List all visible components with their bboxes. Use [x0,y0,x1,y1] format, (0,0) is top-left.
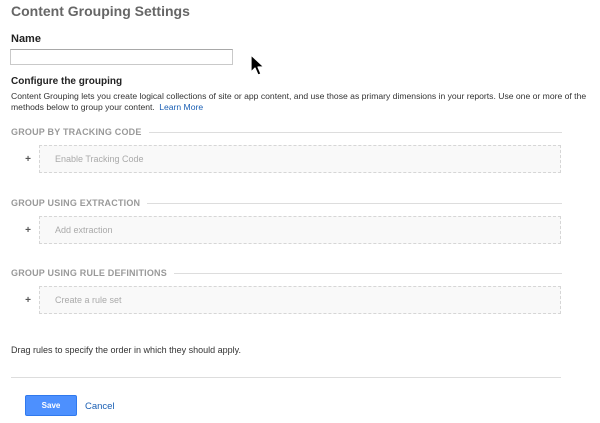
section-title-extraction: GROUP USING EXTRACTION [11,198,141,208]
section-divider [147,202,562,204]
footer-divider [11,377,561,378]
configure-grouping-title: Configure the grouping [11,76,123,87]
page-title: Content Grouping Settings [11,3,190,19]
section-header-extraction: GROUP USING EXTRACTION [11,197,562,209]
create-rule-set-button[interactable]: Create a rule set [39,286,561,314]
enable-tracking-code-label: Enable Tracking Code [55,154,144,164]
save-button[interactable]: Save [25,395,77,416]
configure-grouping-description: Content Grouping lets you create logical… [11,91,591,112]
enable-tracking-code-button[interactable]: Enable Tracking Code [39,145,561,173]
add-extraction-button[interactable]: Add extraction [39,216,561,244]
mouse-pointer-icon [250,54,265,76]
plus-icon[interactable]: + [24,225,32,236]
add-extraction-label: Add extraction [55,225,113,235]
section-title-rule-definitions: GROUP USING RULE DEFINITIONS [11,268,167,278]
description-text: Content Grouping lets you create logical… [11,91,587,112]
cancel-link[interactable]: Cancel [85,401,115,412]
section-header-rule-definitions: GROUP USING RULE DEFINITIONS [11,267,562,279]
name-input[interactable] [10,49,233,65]
plus-icon[interactable]: + [24,154,32,165]
section-divider [173,272,562,274]
create-rule-set-label: Create a rule set [55,295,122,305]
content-grouping-settings-page: Content Grouping Settings Name Configure… [0,0,600,423]
learn-more-link[interactable]: Learn More [159,102,203,112]
name-label: Name [11,33,41,45]
section-header-tracking-code: GROUP BY TRACKING CODE [11,126,562,138]
section-title-tracking-code: GROUP BY TRACKING CODE [11,127,142,137]
drag-rules-note: Drag rules to specify the order in which… [11,345,241,355]
plus-icon[interactable]: + [24,295,32,306]
section-divider [148,131,562,133]
